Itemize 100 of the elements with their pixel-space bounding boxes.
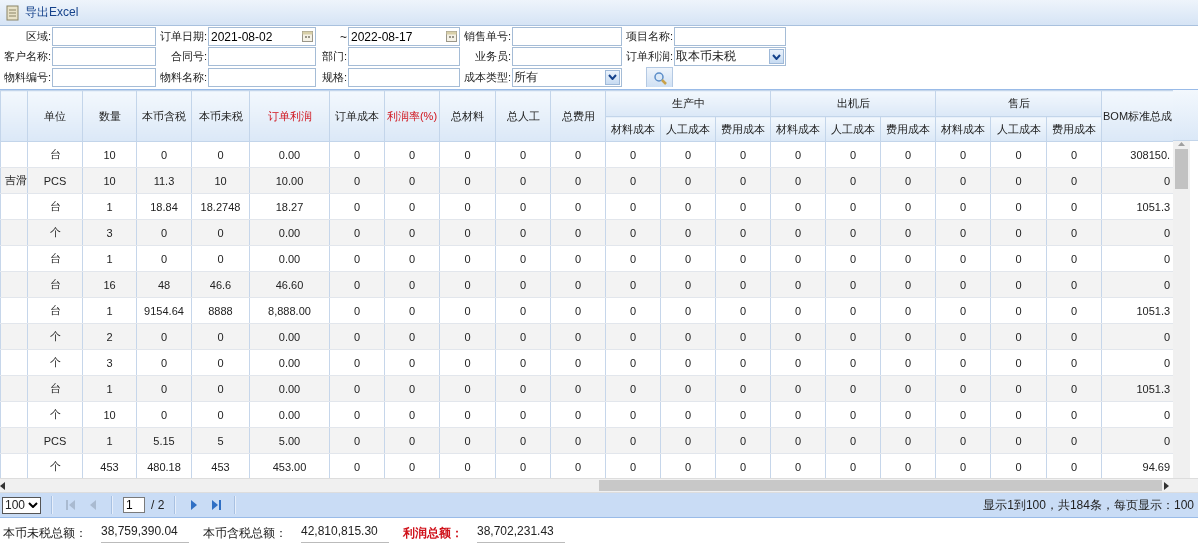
table-cell: 8,888.00 xyxy=(249,297,330,324)
table-cell: 0 xyxy=(660,245,716,272)
caret-icon[interactable] xyxy=(608,74,617,80)
table-cell: 0 xyxy=(880,297,936,324)
table-cell: 0.00 xyxy=(249,401,330,428)
page-size-select[interactable]: 100 xyxy=(2,496,42,514)
page-number-field[interactable]: 1 xyxy=(123,497,146,513)
table-cell: 0 xyxy=(1101,427,1173,454)
input-field[interactable] xyxy=(512,47,622,66)
table-cell: 0 xyxy=(329,245,385,272)
scroll-left-icon[interactable] xyxy=(0,481,6,490)
field-label: 成本类型: xyxy=(462,69,512,85)
select-field[interactable]: 取本币未税 xyxy=(674,47,786,66)
field-label: 项目名称: xyxy=(624,29,674,44)
table-cell: 0 xyxy=(550,297,606,324)
table-cell: 台 xyxy=(27,297,83,324)
table-cell: 0 xyxy=(136,349,192,376)
input-field[interactable] xyxy=(52,27,156,46)
column-group-header: 出机后 xyxy=(770,90,936,117)
table-cell: 0 xyxy=(550,349,606,376)
table-cell: 吉滑 xyxy=(0,167,28,194)
table-cell xyxy=(0,141,28,168)
column-header: 订单成本 xyxy=(329,90,385,142)
table-cell: 0 xyxy=(990,141,1047,168)
field-label: 物料编号: xyxy=(2,69,52,85)
table-cell: 0 xyxy=(715,349,771,376)
table-cell xyxy=(0,349,28,376)
table-cell: 0 xyxy=(550,401,606,428)
table-cell: 0 xyxy=(384,349,440,376)
table-cell: 0 xyxy=(1046,401,1102,428)
table-cell: 0 xyxy=(880,401,936,428)
table-cell: 0 xyxy=(605,297,661,324)
input-field[interactable] xyxy=(52,67,156,87)
table-cell: 0 xyxy=(935,349,991,376)
table-cell: 0 xyxy=(605,401,661,428)
horizontal-scrollbar[interactable] xyxy=(0,478,1198,493)
table-cell: 0 xyxy=(191,401,250,428)
field-label: 区域: xyxy=(24,29,52,44)
table-cell: 0 xyxy=(715,297,771,324)
export-excel-link[interactable]: 导出Excel xyxy=(25,4,79,21)
caret-icon[interactable] xyxy=(772,53,781,60)
calendar-icon[interactable] xyxy=(302,31,313,42)
table-cell: 0 xyxy=(935,297,991,324)
scroll-thumb[interactable] xyxy=(1175,149,1188,189)
table-cell: 0 xyxy=(495,193,551,220)
input-field[interactable] xyxy=(674,27,786,46)
field-label: 销售单号: xyxy=(462,29,512,44)
table-cell xyxy=(0,193,28,220)
table-cell: 0 xyxy=(880,193,936,220)
search-button[interactable] xyxy=(646,67,673,87)
table-cell: 0 xyxy=(990,349,1047,376)
table-cell: 个 xyxy=(27,349,83,376)
table-cell: 0 xyxy=(825,141,881,168)
table-cell: 0 xyxy=(990,297,1047,324)
table-cell: 0 xyxy=(605,141,661,168)
table-cell: 0 xyxy=(384,245,440,272)
table-cell: 9154.64 xyxy=(136,297,192,324)
table-cell: 0 xyxy=(825,297,881,324)
table-cell: 0 xyxy=(605,349,661,376)
table-cell: 0 xyxy=(384,193,440,220)
input-field[interactable] xyxy=(512,27,622,46)
input-field[interactable] xyxy=(208,47,316,66)
input-field[interactable] xyxy=(348,47,460,66)
table-cell: 10 xyxy=(82,401,137,428)
table-cell: 0 xyxy=(880,349,936,376)
field-label: 订单利润: xyxy=(624,49,674,64)
caret-icon[interactable] xyxy=(28,502,39,508)
field-label: 合同号: xyxy=(169,49,208,64)
total-label: 本币含税总额： xyxy=(203,525,287,542)
table-cell xyxy=(0,375,28,402)
table-cell: 0 xyxy=(495,245,551,272)
date-field[interactable]: 2021-08-02 xyxy=(208,27,316,46)
table-cell: 0 xyxy=(715,141,771,168)
table-cell: 3 xyxy=(82,349,137,376)
input-field[interactable] xyxy=(348,67,460,87)
calendar-icon[interactable] xyxy=(446,31,457,42)
table-cell: 46.60 xyxy=(249,271,330,298)
table-cell xyxy=(0,271,28,298)
vertical-scrollbar[interactable] xyxy=(1173,141,1190,478)
input-field[interactable] xyxy=(208,67,316,87)
table-cell: 0 xyxy=(384,141,440,168)
table-cell: 0 xyxy=(329,349,385,376)
document-icon[interactable] xyxy=(5,4,20,21)
table-cell: 0 xyxy=(605,193,661,220)
table-cell: 0 xyxy=(439,297,496,324)
scroll-right-icon[interactable] xyxy=(1164,481,1170,490)
table-cell: 0 xyxy=(825,193,881,220)
column-header: 订单利润 xyxy=(249,90,330,142)
column-header: 单位 xyxy=(27,90,83,142)
table-cell: 0 xyxy=(935,245,991,272)
table-cell: 1 xyxy=(82,297,137,324)
date-field[interactable]: 2022-08-17 xyxy=(348,27,460,46)
table-cell: 0 xyxy=(1046,141,1102,168)
table-cell: 0 xyxy=(495,349,551,376)
table-cell: 0 xyxy=(1046,349,1102,376)
input-field[interactable] xyxy=(52,47,156,66)
table-cell: 0 xyxy=(329,141,385,168)
select-field[interactable]: 所有 xyxy=(512,67,622,87)
field-label: 客户名称: xyxy=(2,49,52,64)
table-cell: 0 xyxy=(439,349,496,376)
